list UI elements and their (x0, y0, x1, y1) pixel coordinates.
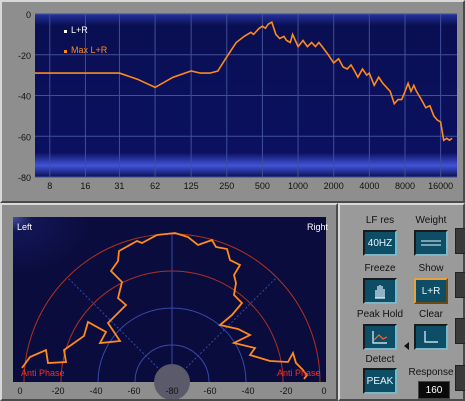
phase-bottom-tick: -20 (51, 386, 64, 396)
spectrum-x-tick: 16000 (428, 181, 453, 191)
side-tab[interactable] (455, 318, 465, 344)
phase-bottom-tick: -20 (279, 386, 292, 396)
control-panel: LF res 40HZ Weight Freeze Show L+R Peak … (338, 203, 465, 401)
lf-res-label: LF res (365, 215, 395, 226)
anti-phase-right-label: Anti Phase (277, 368, 321, 378)
phase-bottom-tick: -60 (127, 386, 140, 396)
phase-scope-display: Left Right Anti Phase Anti Phase 0 -20 -40… (13, 217, 329, 399)
peak-hold-button[interactable] (363, 324, 397, 350)
spectrum-y-tick: -20 (18, 51, 31, 61)
freeze-button[interactable] (363, 278, 397, 304)
side-tab[interactable] (455, 228, 465, 254)
lf-res-button[interactable]: 40HZ (363, 230, 397, 256)
phase-bottom-tick: -40 (241, 386, 254, 396)
show-label: Show (418, 263, 444, 274)
phase-bottom-tick: -60 (203, 386, 216, 396)
spectrum-x-tick: 500 (255, 181, 270, 191)
spectrum-x-tick: 125 (184, 181, 199, 191)
spectrum-display: 0 -20 -40 -60 -80 8 16 31 62 125 250 500 1000 2000 40… (18, 10, 457, 191)
phase-right-label: Right (307, 222, 329, 232)
weight-label: Weight (415, 215, 447, 226)
weight-button[interactable] (414, 230, 448, 256)
peak-hold-icon (372, 331, 388, 344)
clear-label: Clear (419, 309, 443, 320)
spectrum-y-tick: 0 (26, 10, 31, 20)
spectrum-x-tick: 2000 (324, 181, 344, 191)
phase-bottom-tick: 0 (321, 386, 326, 396)
spectrum-x-tick: 250 (219, 181, 234, 191)
response-value[interactable]: 160 (418, 381, 450, 399)
side-tab[interactable] (455, 272, 465, 298)
detect-button[interactable]: PEAK (363, 368, 397, 394)
show-button[interactable]: L+R (414, 278, 448, 304)
side-tab[interactable] (455, 365, 465, 391)
hand-icon (375, 285, 385, 299)
clear-button[interactable] (414, 324, 448, 350)
spectrum-y-tick: -80 (18, 173, 31, 183)
peak-hold-label: Peak Hold (356, 309, 404, 320)
detect-label: Detect (365, 354, 395, 365)
spectrum-x-tick: 8000 (395, 181, 415, 191)
weight-lines-icon (421, 240, 441, 246)
phase-bottom-tick: 0 (17, 386, 22, 396)
spectrum-x-tick: 1000 (288, 181, 308, 191)
legend-label: Max L+R (71, 45, 108, 55)
phase-left-label: Left (17, 222, 33, 232)
peak-hold-arrow-icon (404, 342, 409, 350)
phase-bottom-tick: -80 (165, 386, 178, 396)
legend-label: L+R (71, 25, 88, 35)
freeze-label: Freeze (364, 263, 396, 274)
phase-scope-panel: Left Right Anti Phase Anti Phase 0 -20 -40… (0, 203, 338, 401)
spectrum-x-tick: 4000 (359, 181, 379, 191)
spectrum-x-tick: 16 (80, 181, 90, 191)
spectrum-analyzer-panel: 0 -20 -40 -60 -80 8 16 31 62 125 250 500 1000 2000 40… (0, 0, 465, 203)
spectrum-y-tick: -40 (18, 92, 31, 102)
clear-axes-icon (424, 331, 438, 343)
spectrum-x-tick: 31 (114, 181, 124, 191)
phase-bottom-tick: -40 (89, 386, 102, 396)
spectrum-x-tick: 62 (150, 181, 160, 191)
legend-marker (64, 30, 67, 33)
response-label: Response (408, 367, 454, 378)
spectrum-y-tick: -60 (18, 132, 31, 142)
legend-marker (64, 50, 67, 53)
anti-phase-left-label: Anti Phase (21, 368, 65, 378)
spectrum-x-tick: 8 (47, 181, 52, 191)
